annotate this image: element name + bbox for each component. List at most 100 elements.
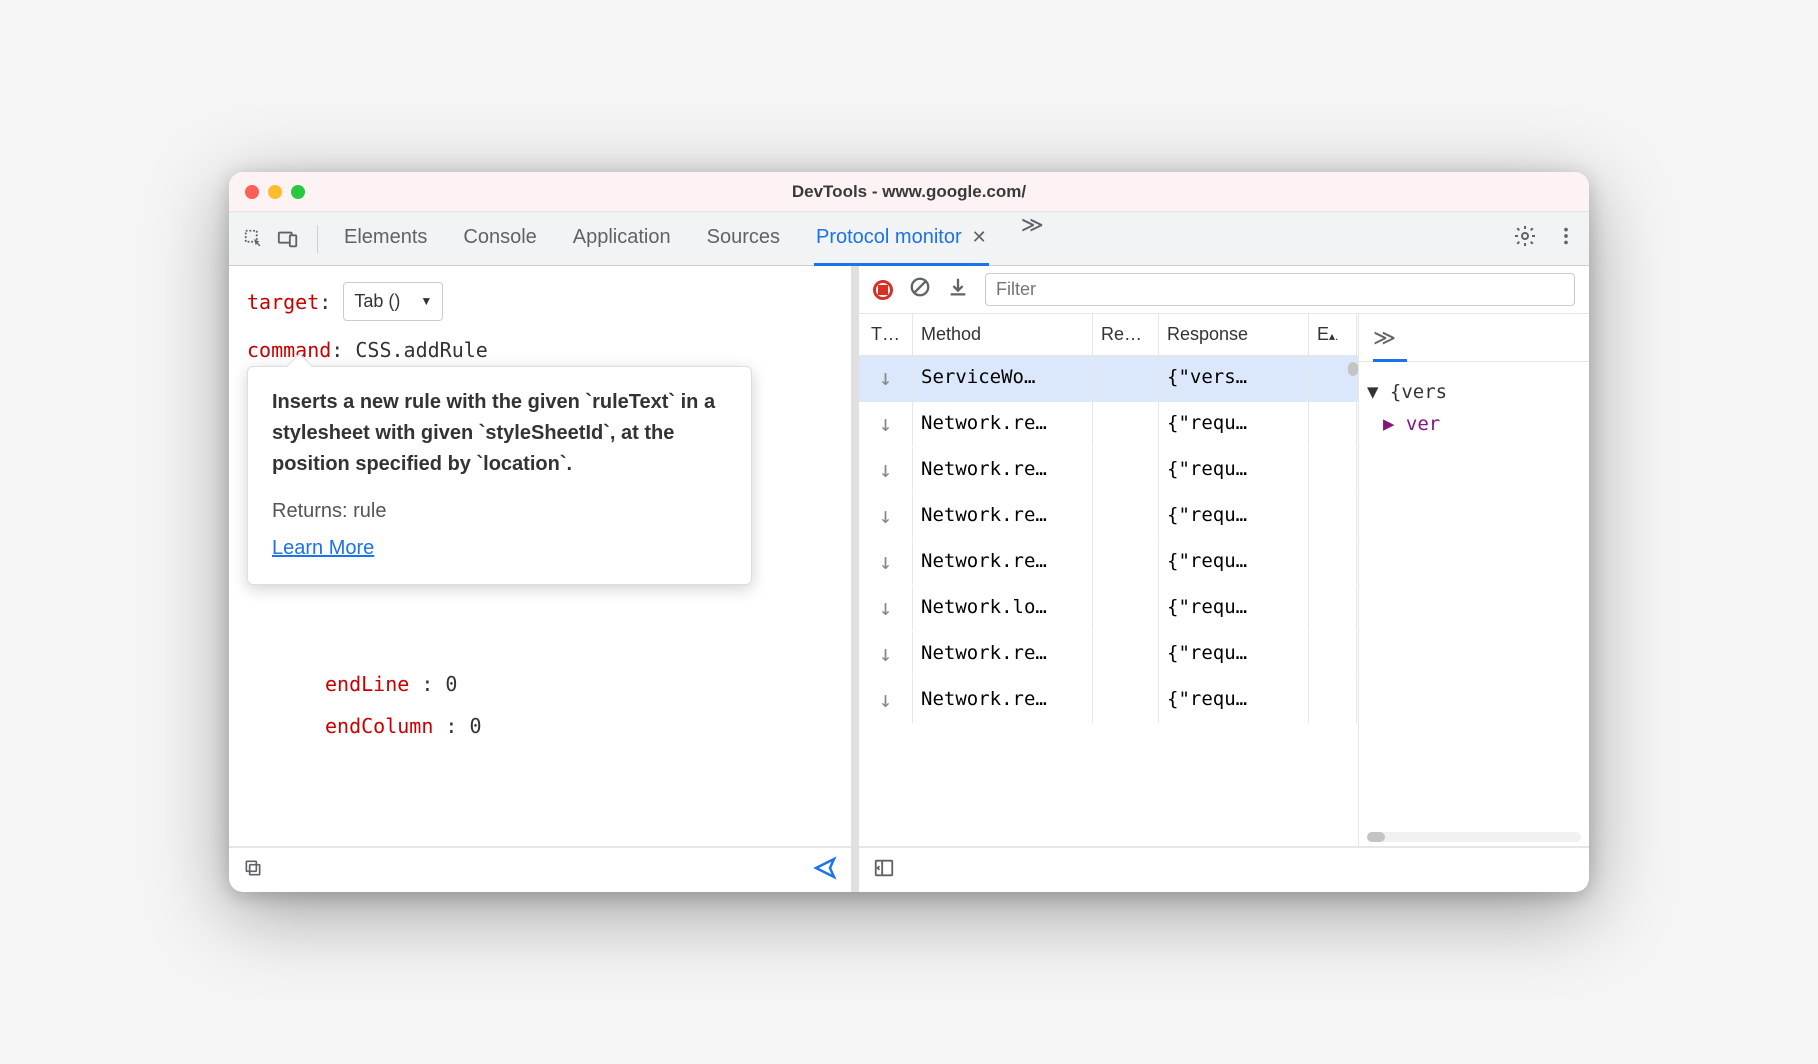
send-command-button[interactable] [813, 856, 837, 885]
main-body: target: Tab () ▼ command: CSS.addRule In… [229, 266, 1589, 892]
command-line: command: CSS.addRule [247, 333, 833, 367]
tooltip-returns: Returns: rule [272, 496, 727, 527]
table-row[interactable]: ↓Network.lo… {"requ… [859, 586, 1358, 632]
settings-icon[interactable] [1513, 224, 1537, 253]
tree-row[interactable]: ▶ ver [1383, 408, 1581, 440]
table-scrollbar[interactable] [1348, 362, 1358, 376]
tab-application[interactable]: Application [571, 212, 673, 266]
log-toolbar [859, 266, 1589, 314]
table-row[interactable]: ↓Network.re… {"requ… [859, 632, 1358, 678]
method-cell: Network.re… [913, 632, 1093, 677]
device-toggle-icon[interactable] [275, 226, 301, 252]
elapsed-cell [1309, 678, 1357, 723]
copy-icon[interactable] [243, 858, 263, 883]
command-label: command [247, 338, 331, 362]
tab-protocol-monitor[interactable]: Protocol monitor ✕ [814, 212, 989, 266]
elapsed-cell [1309, 586, 1357, 631]
more-detail-tabs-icon[interactable]: ≫ [1373, 325, 1396, 351]
toggle-sidebar-icon[interactable] [873, 857, 895, 884]
editor-footer [229, 846, 851, 892]
panel-tabs: Elements Console Application Sources Pro… [342, 212, 1044, 266]
elapsed-cell [1309, 448, 1357, 493]
detail-tabs: ≫ [1359, 314, 1589, 362]
command-value: CSS.addRule [355, 338, 487, 362]
param-row: endColumn : 0 [325, 709, 833, 743]
col-response[interactable]: Response [1159, 314, 1309, 355]
table-row[interactable]: ↓Network.re… {"requ… [859, 448, 1358, 494]
log-footer [859, 846, 1589, 892]
type-cell: ↓ [859, 678, 913, 723]
response-cell: {"requ… [1159, 540, 1309, 585]
command-editor[interactable]: target: Tab () ▼ command: CSS.addRule In… [229, 266, 851, 846]
kebab-menu-icon[interactable] [1555, 225, 1577, 252]
tree-row[interactable]: ▼ {vers [1367, 376, 1581, 408]
col-elapsed[interactable]: E▴. [1309, 314, 1357, 355]
table-row[interactable]: ↓Network.re… {"requ… [859, 540, 1358, 586]
command-params: endLine : 0 endColumn : 0 [325, 667, 833, 743]
command-tooltip: Inserts a new rule with the given `ruleT… [247, 366, 752, 585]
protocol-log-panel: T… Method Re… Response E▴. ↓ServiceWo…{"… [859, 266, 1589, 892]
tab-console[interactable]: Console [461, 212, 538, 266]
elapsed-cell [1309, 632, 1357, 677]
method-cell: Network.re… [913, 540, 1093, 585]
method-cell: Network.re… [913, 678, 1093, 723]
inspect-element-icon[interactable] [241, 226, 267, 252]
request-cell [1093, 586, 1159, 631]
target-label: target [247, 290, 319, 314]
type-cell: ↓ [859, 586, 913, 631]
tab-sources[interactable]: Sources [705, 212, 782, 266]
type-cell: ↓ [859, 402, 913, 447]
detail-scrollbar[interactable] [1367, 832, 1581, 842]
log-table: T… Method Re… Response E▴. ↓ServiceWo…{"… [859, 314, 1359, 846]
detail-tree[interactable]: ▼ {vers ▶ ver [1359, 362, 1589, 846]
elapsed-cell [1309, 494, 1357, 539]
response-cell: {"vers… [1159, 356, 1309, 401]
detail-panel: ≫ ▼ {vers ▶ ver [1359, 314, 1589, 846]
clear-icon[interactable] [909, 276, 931, 303]
target-select[interactable]: Tab () ▼ [343, 282, 443, 321]
log-body: T… Method Re… Response E▴. ↓ServiceWo…{"… [859, 314, 1589, 846]
type-cell: ↓ [859, 540, 913, 585]
response-cell: {"requ… [1159, 586, 1309, 631]
table-row[interactable]: ↓Network.re… {"requ… [859, 494, 1358, 540]
download-icon[interactable] [947, 276, 969, 303]
target-select-value: Tab () [354, 286, 400, 317]
method-cell: Network.re… [913, 448, 1093, 493]
method-cell: Network.re… [913, 494, 1093, 539]
record-button[interactable] [873, 280, 893, 300]
request-cell [1093, 540, 1159, 585]
learn-more-link[interactable]: Learn More [272, 533, 374, 564]
request-cell [1093, 448, 1159, 493]
command-editor-panel: target: Tab () ▼ command: CSS.addRule In… [229, 266, 859, 892]
response-cell: {"requ… [1159, 402, 1309, 447]
col-request[interactable]: Re… [1093, 314, 1159, 355]
target-line: target: Tab () ▼ [247, 284, 833, 323]
titlebar: DevTools - www.google.com/ [229, 172, 1589, 212]
main-toolbar: Elements Console Application Sources Pro… [229, 212, 1589, 266]
request-cell [1093, 678, 1159, 723]
request-cell [1093, 632, 1159, 677]
method-cell: Network.lo… [913, 586, 1093, 631]
tab-elements[interactable]: Elements [342, 212, 429, 266]
type-cell: ↓ [859, 448, 913, 493]
devtools-window: DevTools - www.google.com/ Elements Cons… [229, 172, 1589, 892]
filter-input[interactable] [985, 273, 1575, 306]
response-cell: {"requ… [1159, 448, 1309, 493]
tooltip-description: Inserts a new rule with the given `ruleT… [272, 387, 727, 480]
col-method[interactable]: Method [913, 314, 1093, 355]
table-row[interactable]: ↓Network.re…{"requ… [859, 678, 1358, 724]
type-cell: ↓ [859, 632, 913, 677]
response-cell: {"requ… [1159, 494, 1309, 539]
response-cell: {"requ… [1159, 632, 1309, 677]
table-row[interactable]: ↓ServiceWo…{"vers… [859, 356, 1358, 402]
col-type[interactable]: T… [859, 314, 913, 355]
request-cell [1093, 494, 1159, 539]
more-tabs-icon[interactable]: ≫ [1021, 212, 1044, 266]
close-tab-icon[interactable]: ✕ [972, 227, 987, 248]
request-cell [1093, 402, 1159, 447]
method-cell: ServiceWo… [913, 356, 1093, 401]
table-row[interactable]: ↓Network.re…{"requ… [859, 402, 1358, 448]
toolbar-divider [317, 225, 318, 253]
tab-label: Protocol monitor [816, 226, 962, 249]
type-cell: ↓ [859, 494, 913, 539]
